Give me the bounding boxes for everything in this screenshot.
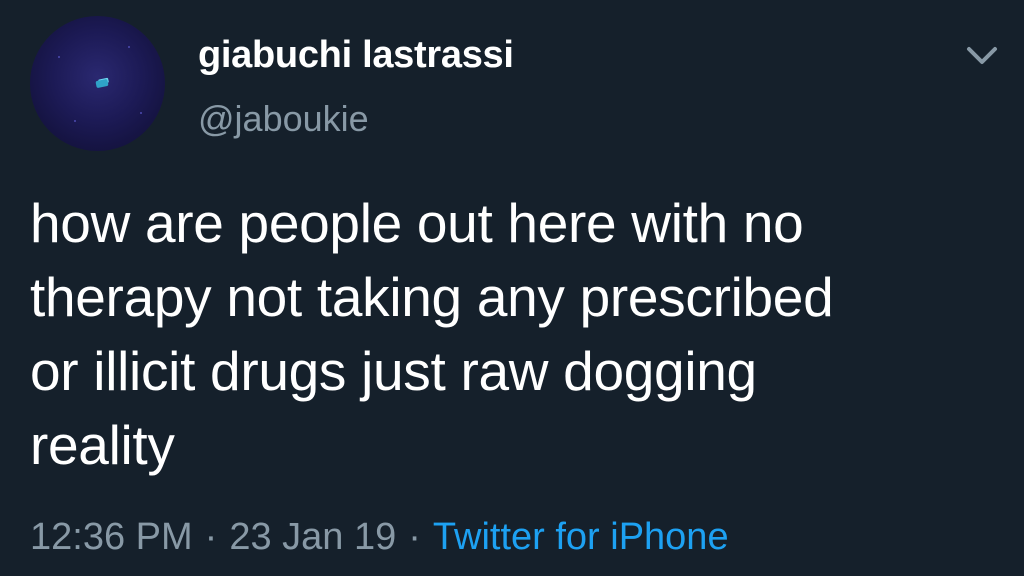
meta-separator: · bbox=[204, 516, 218, 558]
tweet-meta: 12:36 PM · 23 Jan 19 · Twitter for iPhone bbox=[30, 516, 729, 559]
meta-separator: · bbox=[408, 516, 421, 558]
tweet-source-link[interactable]: Twitter for iPhone bbox=[433, 516, 729, 558]
tweet-time[interactable]: 12:36 PM bbox=[30, 516, 193, 558]
avatar-detail bbox=[128, 46, 130, 48]
avatar-detail bbox=[140, 112, 142, 114]
display-name[interactable]: giabuchi lastrassi bbox=[198, 34, 514, 77]
tweet-card: giabuchi lastrassi @jaboukie how are peo… bbox=[0, 0, 1024, 576]
chevron-down-icon[interactable] bbox=[960, 38, 1004, 74]
avatar-detail bbox=[95, 78, 109, 89]
avatar-detail bbox=[58, 56, 60, 58]
avatar[interactable] bbox=[30, 16, 165, 151]
tweet-date[interactable]: 23 Jan 19 bbox=[229, 516, 396, 558]
user-handle[interactable]: @jaboukie bbox=[198, 98, 369, 140]
tweet-text: how are people out here with no therapy … bbox=[30, 192, 834, 476]
avatar-detail bbox=[74, 120, 76, 122]
